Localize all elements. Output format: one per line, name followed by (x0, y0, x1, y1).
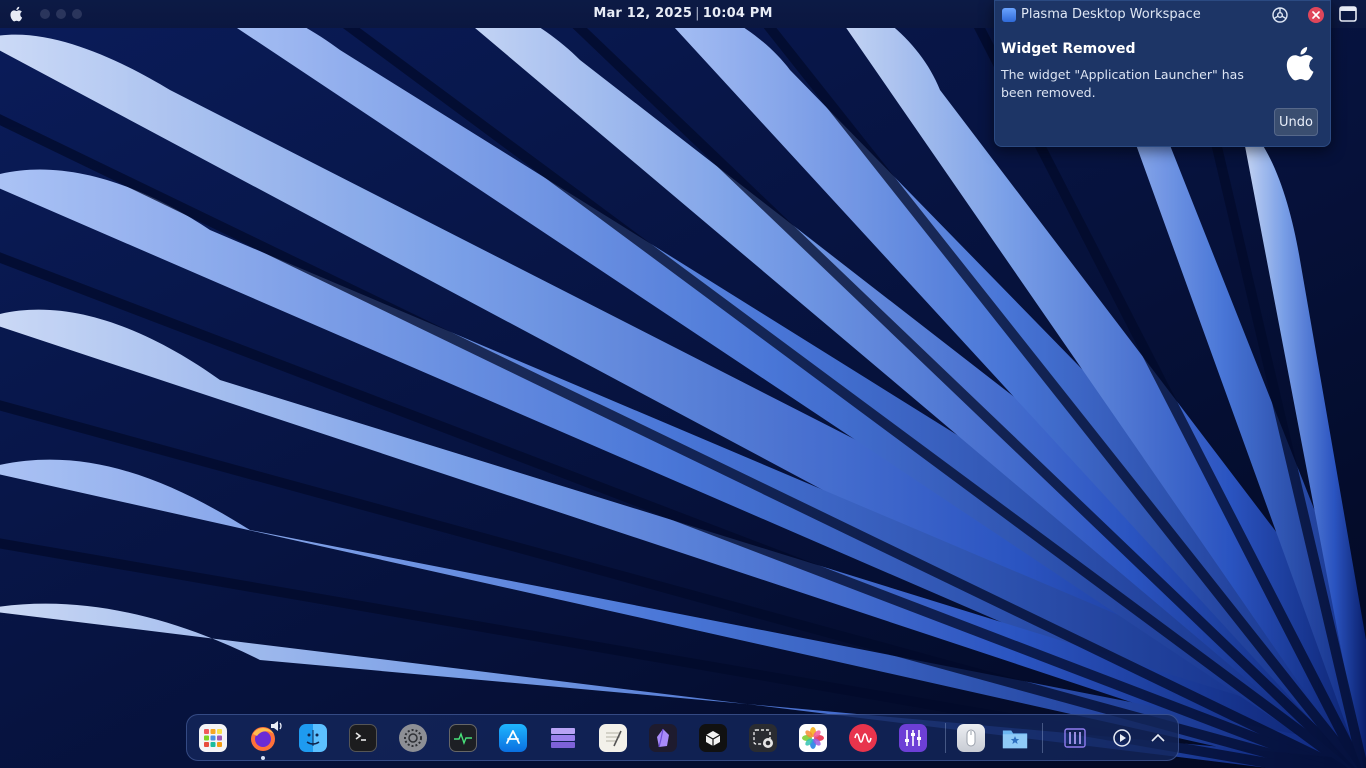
show-desktop-icon[interactable] (1338, 5, 1358, 23)
dock-item-task-manager[interactable] (548, 723, 578, 753)
dock-item-tray-expander[interactable] (1143, 723, 1173, 753)
dock-item-mixer[interactable] (898, 723, 928, 753)
notification-body: The widget "Application Launcher" has be… (1001, 67, 1244, 100)
audio-recorder-icon (849, 724, 877, 752)
close-notification-button[interactable] (1308, 7, 1324, 23)
chevron-up-icon (1144, 724, 1172, 752)
dock-item-equalizer[interactable] (1060, 723, 1090, 753)
dock-item-text-editor[interactable] (598, 723, 628, 753)
dock-item-favorites[interactable] (1000, 723, 1030, 753)
dock-item-box[interactable] (698, 723, 728, 753)
finder-icon (299, 724, 327, 752)
media-play-icon (1108, 724, 1136, 752)
dock-item-settings[interactable] (398, 723, 428, 753)
dock-item-photos[interactable] (798, 723, 828, 753)
clock-time: 10:04 PM (702, 6, 773, 21)
undo-button[interactable]: Undo (1274, 108, 1318, 136)
dock-item-audio-recorder[interactable] (848, 723, 878, 753)
terminal-icon (349, 724, 377, 752)
box-app-icon (699, 724, 727, 752)
system-settings-icon (399, 724, 427, 752)
dock-item-media-play[interactable] (1107, 723, 1137, 753)
favorites-folder-icon (1001, 724, 1029, 752)
obsidian-icon (649, 724, 677, 752)
clock-separator: | (695, 6, 700, 21)
dock-separator-2 (1042, 723, 1043, 753)
task-manager-icon (549, 724, 577, 752)
dock-item-launchpad[interactable] (198, 723, 228, 753)
dock-item-app-store[interactable] (498, 723, 528, 753)
dock-item-terminal[interactable] (348, 723, 378, 753)
dock-item-mouse-settings[interactable] (956, 723, 986, 753)
plasma-app-icon (1002, 8, 1016, 22)
dock-panel (186, 714, 1179, 761)
notification-title: Widget Removed (1001, 41, 1136, 57)
notification-header: Plasma Desktop Workspace (995, 1, 1330, 29)
dock-item-obsidian[interactable] (648, 723, 678, 753)
dock-item-screenshot[interactable] (748, 723, 778, 753)
screenshot-icon (749, 724, 777, 752)
text-editor-icon (599, 724, 627, 752)
audio-playing-icon (270, 717, 284, 736)
launchpad-icon (199, 724, 227, 752)
app-store-icon (499, 724, 527, 752)
mixer-icon (899, 724, 927, 752)
equalizer-icon (1061, 724, 1089, 752)
dock-separator (945, 723, 946, 753)
mouse-settings-icon (957, 724, 985, 752)
photos-icon (799, 724, 827, 752)
notification-app-name: Plasma Desktop Workspace (1021, 7, 1201, 22)
clock-date: Mar 12, 2025 (593, 6, 693, 21)
dock-item-firefox[interactable] (248, 721, 282, 760)
activity-monitor-icon (449, 724, 477, 752)
apple-logo-icon (1282, 43, 1316, 83)
dock-item-activity-monitor[interactable] (448, 723, 478, 753)
dock-item-finder[interactable] (298, 723, 328, 753)
running-indicator (261, 756, 265, 760)
notification-popup: Plasma Desktop Workspace Widget Removed … (994, 0, 1331, 147)
configure-icon[interactable] (1271, 6, 1289, 24)
